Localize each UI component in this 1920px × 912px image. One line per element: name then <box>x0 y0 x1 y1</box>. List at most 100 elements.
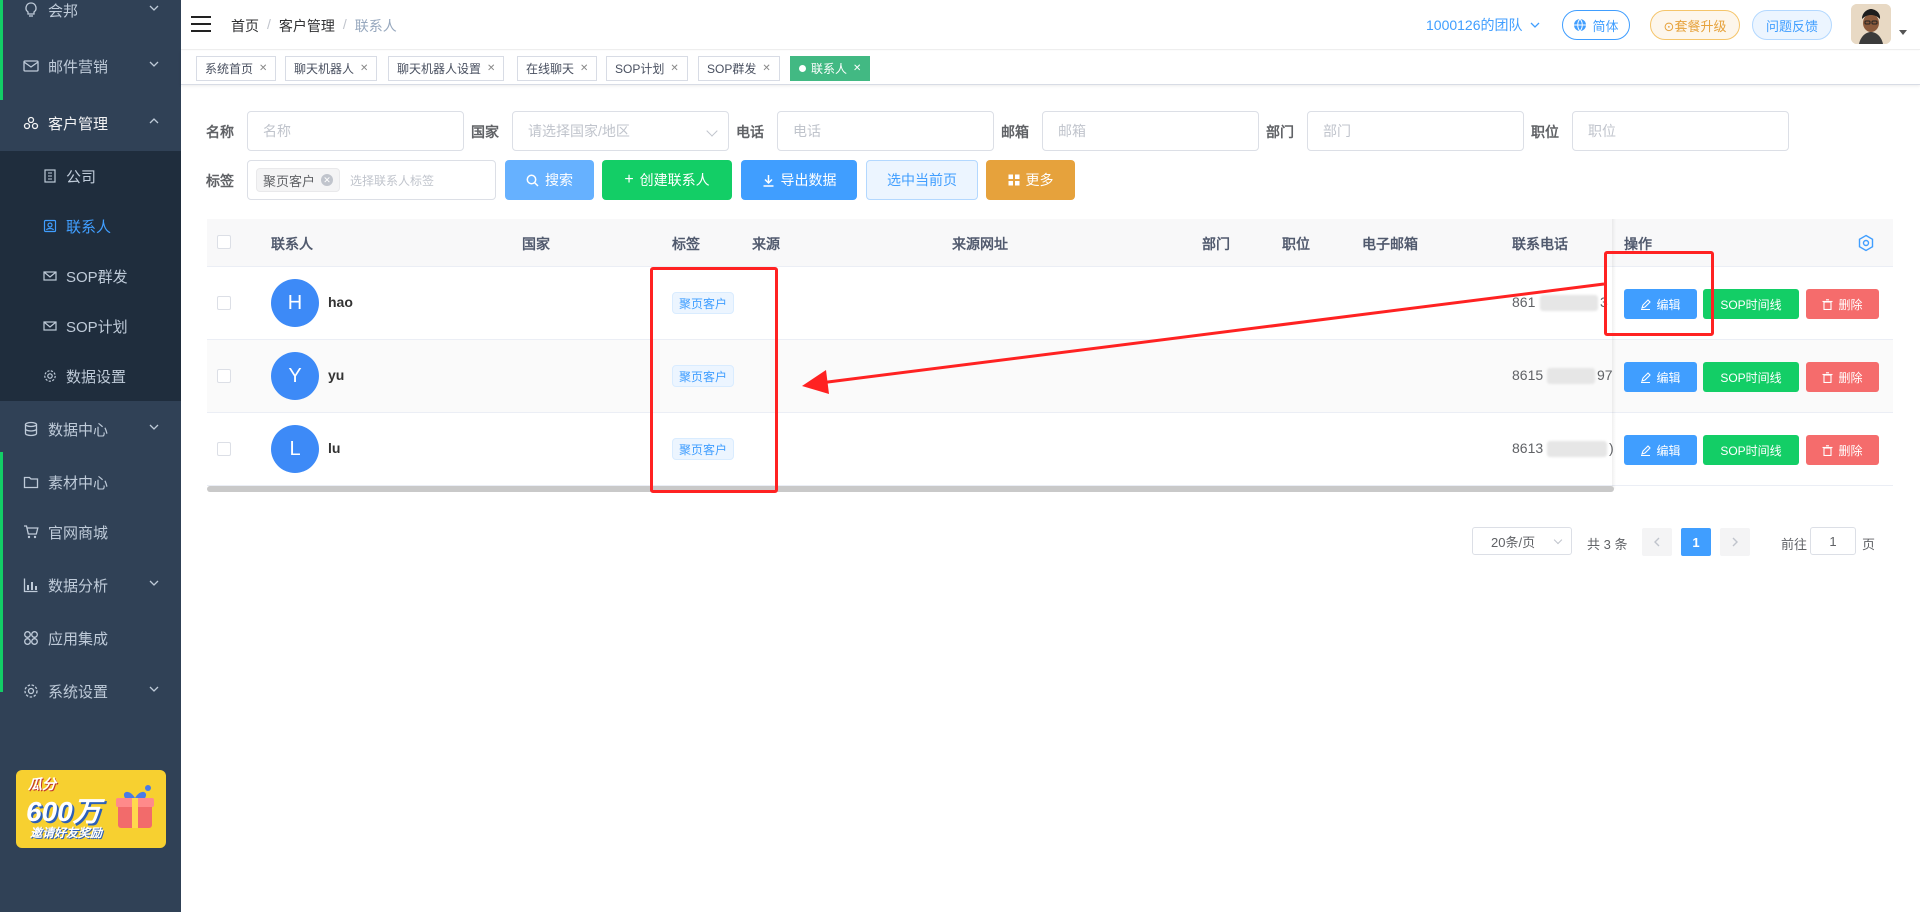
edit-label: 编辑 <box>1656 370 1681 385</box>
hamburger-menu-icon[interactable] <box>191 16 211 32</box>
select-current-page-button[interactable]: 选中当前页 <box>866 160 978 200</box>
sidebar-item-system-settings[interactable]: 系统设置 <box>0 665 181 717</box>
column-header-source-url[interactable]: 来源网址 <box>952 234 1008 254</box>
sop-timeline-button[interactable]: SOP时间线 <box>1703 362 1799 392</box>
goto-label: 前往 <box>1781 537 1808 552</box>
column-header-tag[interactable]: 标签 <box>672 234 700 254</box>
sidebar-item-label: 邮件营销 <box>48 58 109 76</box>
tab-sop-broadcast[interactable]: SOP群发 ✕ <box>698 56 780 81</box>
team-selector[interactable]: 1000126的团队 <box>1426 15 1540 35</box>
column-header-phone[interactable]: 联系电话 <box>1512 234 1568 254</box>
language-button[interactable]: 简体 <box>1562 10 1630 40</box>
plus-icon: + <box>624 171 634 188</box>
contact-name[interactable]: yu <box>328 367 344 383</box>
delete-button[interactable]: 删除 <box>1806 362 1879 392</box>
position-input[interactable]: 职位 <box>1572 111 1789 151</box>
horizontal-scrollbar[interactable] <box>207 486 1614 492</box>
feedback-button[interactable]: 问题反馈 <box>1752 10 1832 40</box>
sidebar-subitem-sop-broadcast[interactable]: SOP群发 <box>0 251 181 301</box>
sidebar-item-analytics[interactable]: 数据分析 <box>0 559 181 611</box>
edit-button[interactable]: 编辑 <box>1624 289 1697 319</box>
contact-phone-suffix: 97 <box>1597 367 1613 383</box>
close-icon[interactable]: ✕ <box>259 63 267 74</box>
tab-online-chat[interactable]: 在线聊天 ✕ <box>517 56 598 81</box>
close-icon[interactable]: ✕ <box>580 63 588 74</box>
contact-phone-prefix: 861 <box>1512 294 1536 310</box>
user-avatar[interactable] <box>1851 4 1891 44</box>
sidebar-item-label: 客户管理 <box>48 115 109 133</box>
column-header-source[interactable]: 来源 <box>752 234 780 254</box>
contact-avatar: H <box>271 279 319 327</box>
select-all-checkbox[interactable] <box>217 235 231 249</box>
email-placeholder: 邮箱 <box>1058 123 1086 139</box>
close-icon[interactable]: ✕ <box>762 63 770 74</box>
tab-system-home[interactable]: 系统首页 ✕ <box>196 56 277 81</box>
country-select[interactable]: 请选择国家/地区 <box>512 111 729 151</box>
close-circle-icon[interactable]: ✕ <box>321 174 334 186</box>
tag-chip[interactable]: 聚页客户 ✕ <box>256 168 341 192</box>
row-checkbox[interactable] <box>217 369 231 383</box>
delete-button[interactable]: 删除 <box>1806 289 1879 319</box>
page-size-select[interactable]: 20条/页 <box>1472 527 1572 555</box>
row-checkbox[interactable] <box>217 442 231 456</box>
export-data-button[interactable]: 导出数据 <box>741 160 857 200</box>
column-settings-icon[interactable] <box>1857 234 1875 252</box>
sidebar-item-app-integration[interactable]: 应用集成 <box>0 612 181 664</box>
close-icon[interactable]: ✕ <box>670 63 678 74</box>
phone-input[interactable]: 电话 <box>777 111 994 151</box>
more-button[interactable]: 更多 <box>986 160 1075 200</box>
page-number-button[interactable]: 1 <box>1681 528 1711 556</box>
sop-timeline-button[interactable]: SOP时间线 <box>1703 289 1799 319</box>
sidebar-subitem-company[interactable]: 公司 <box>0 151 181 201</box>
sop-timeline-button[interactable]: SOP时间线 <box>1703 435 1799 465</box>
contact-name[interactable]: hao <box>328 294 353 310</box>
sidebar-item-huibang[interactable]: 会邦 <box>0 0 181 36</box>
close-icon[interactable]: ✕ <box>360 63 368 74</box>
column-header-department[interactable]: 部门 <box>1202 234 1230 254</box>
tab-chatbot[interactable]: 聊天机器人 ✕ <box>285 56 378 81</box>
breadcrumb-contacts: 联系人 <box>354 18 397 34</box>
tab-chatbot-settings[interactable]: 聊天机器人设置 ✕ <box>388 56 505 81</box>
upgrade-label: ⊙套餐升级 <box>1663 18 1727 34</box>
search-button[interactable]: 搜索 <box>505 160 594 200</box>
sidebar-subitem-data-settings[interactable]: 数据设置 <box>0 351 181 401</box>
name-input[interactable]: 名称 <box>247 111 464 151</box>
department-input[interactable]: 部门 <box>1307 111 1524 151</box>
column-header-country[interactable]: 国家 <box>522 234 550 254</box>
table-row: L lu 聚页客户 8613 ) 编辑 SOP时间线 删除 <box>207 413 1893 486</box>
column-header-contact[interactable]: 联系人 <box>271 234 313 254</box>
edit-button[interactable]: 编辑 <box>1624 435 1697 465</box>
sidebar-subitem-contacts[interactable]: 联系人 <box>0 201 181 251</box>
breadcrumb-home[interactable]: 首页 <box>231 16 259 36</box>
tag-select[interactable]: 聚页客户 ✕ 选择联系人标签 <box>247 160 496 200</box>
next-page-button[interactable] <box>1720 528 1750 556</box>
contact-name[interactable]: lu <box>328 440 340 456</box>
breadcrumb-customer-management[interactable]: 客户管理 <box>279 16 335 36</box>
invite-promo-banner[interactable]: 瓜分 600万 邀请好友奖励 <box>16 770 166 848</box>
create-contact-button[interactable]: + 创建联系人 <box>602 160 732 200</box>
sidebar-subitem-sop-plan[interactable]: SOP计划 <box>0 301 181 351</box>
close-icon[interactable]: ✕ <box>487 63 495 74</box>
upgrade-plan-button[interactable]: ⊙套餐升级 <box>1650 10 1740 40</box>
sidebar-item-materials[interactable]: 素材中心 <box>0 456 181 508</box>
column-header-position[interactable]: 职位 <box>1282 234 1310 254</box>
delete-button[interactable]: 删除 <box>1806 435 1879 465</box>
close-icon[interactable]: ✕ <box>853 63 861 74</box>
gear-icon <box>22 682 40 700</box>
table-row: Y yu 聚页客户 8615 97 编辑 SOP时间线 删除 <box>207 340 1893 413</box>
column-header-email[interactable]: 电子邮箱 <box>1362 234 1418 254</box>
sidebar-item-email-marketing[interactable]: 邮件营销 <box>0 40 181 92</box>
row-checkbox[interactable] <box>217 296 231 310</box>
user-avatar-image <box>1851 4 1891 44</box>
edit-button[interactable]: 编辑 <box>1624 362 1697 392</box>
email-input[interactable]: 邮箱 <box>1042 111 1259 151</box>
goto-page-input[interactable]: 1 <box>1810 527 1856 555</box>
prev-page-button[interactable] <box>1642 528 1672 556</box>
tab-contacts[interactable]: 联系人 ✕ <box>790 56 871 81</box>
sidebar-item-customer-management[interactable]: 客户管理 <box>0 97 181 149</box>
sidebar-item-data-center[interactable]: 数据中心 <box>0 403 181 455</box>
language-label: 简体 <box>1592 18 1619 34</box>
sidebar-item-shop[interactable]: 官网商城 <box>0 506 181 558</box>
tab-sop-plan[interactable]: SOP计划 ✕ <box>606 56 688 81</box>
caret-down-icon[interactable] <box>1899 30 1907 35</box>
